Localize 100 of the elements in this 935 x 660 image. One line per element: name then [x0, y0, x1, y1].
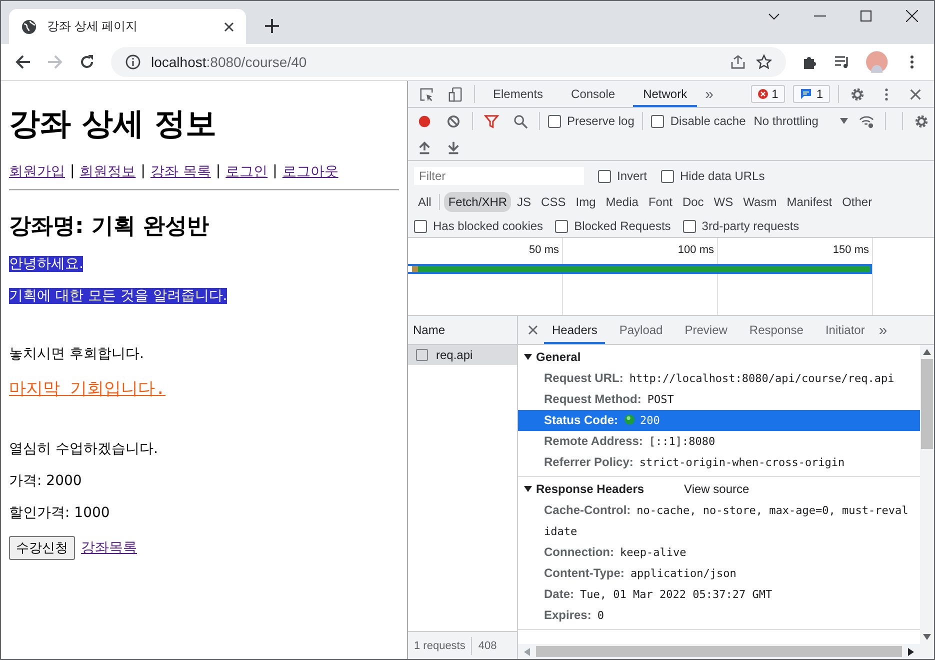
type-filter-button[interactable]: Media	[602, 192, 642, 212]
type-filter-button[interactable]: Wasm	[739, 192, 781, 212]
horizontal-scrollbar[interactable]	[518, 644, 934, 659]
nav-separator: |	[216, 163, 221, 181]
type-filter-button[interactable]: CSS	[537, 192, 570, 212]
view-source-link[interactable]: View source	[684, 482, 750, 496]
inspect-icon[interactable]	[419, 86, 434, 102]
devtools-tab[interactable]: Network	[633, 81, 698, 107]
detail-tab[interactable]: Initiator	[817, 316, 873, 344]
timeline-tick-label: 150 ms	[832, 244, 869, 256]
course-list-link[interactable]: 강좌목록	[81, 539, 137, 557]
close-icon[interactable]	[908, 86, 923, 102]
scroll-right-icon[interactable]	[908, 648, 914, 656]
nav-link[interactable]: 강좌 목록	[150, 163, 211, 181]
media-list-icon[interactable]	[834, 54, 850, 70]
disable-cache-checkbox[interactable]: Disable cache	[651, 114, 746, 128]
name-column-header[interactable]: Name	[408, 316, 517, 345]
file-icon	[416, 349, 428, 361]
paragraph-text: 할인가격: 1000	[9, 505, 110, 521]
vertical-scrollbar[interactable]	[920, 345, 934, 644]
status-dot-icon	[624, 414, 636, 425]
devtools-tab[interactable]: Elements	[483, 81, 554, 107]
type-filter-button[interactable]: Font	[644, 192, 676, 212]
type-filter-button[interactable]: All	[414, 192, 436, 212]
invert-checkbox[interactable]: Invert	[598, 169, 648, 183]
more-tabs[interactable]: »	[878, 322, 888, 338]
header-row[interactable]: Connection: keep-alive	[518, 542, 920, 563]
close-icon[interactable]	[528, 325, 538, 335]
highlighted-text: 기획에 대한 모든 것을 알려줍니다.	[9, 288, 228, 304]
back-icon[interactable]	[15, 54, 31, 70]
nav-link[interactable]: 로그아웃	[282, 163, 338, 181]
settings-icon[interactable]	[850, 86, 865, 102]
detail-tab[interactable]: Preview	[676, 316, 736, 344]
settings-icon[interactable]	[914, 114, 930, 128]
device-toolbar-icon[interactable]	[448, 86, 463, 102]
detail-tab[interactable]: Headers	[544, 316, 606, 344]
scroll-down-icon[interactable]	[923, 634, 931, 640]
info-icon	[125, 54, 141, 70]
header-row[interactable]: Date: Tue, 01 Mar 2022 05:37:27 GMT	[518, 584, 920, 605]
nav-link[interactable]: 로그인	[226, 163, 268, 181]
section-header[interactable]: General	[524, 350, 581, 364]
filter-icon[interactable]	[484, 114, 499, 128]
type-filter-button[interactable]: Manifest	[782, 192, 836, 212]
expand-triangle-icon	[524, 486, 532, 492]
browser-tab[interactable]: 강좌 상세 페이지	[9, 9, 246, 44]
dropdown-arrow-icon	[840, 118, 848, 124]
type-filter-button[interactable]: JS	[513, 192, 536, 212]
filter-checkbox[interactable]: 3rd-party requests	[682, 219, 800, 233]
puzzle-icon[interactable]	[802, 54, 818, 70]
header-row[interactable]: Request URL: http://localhost:8080/api/course/req.api	[518, 368, 920, 389]
network-conditions-icon[interactable]	[859, 114, 874, 128]
timeline-tick-label: 50 ms	[529, 244, 559, 256]
filter-checkbox[interactable]: Has blocked cookies	[414, 219, 544, 233]
type-filter-button[interactable]: Doc	[678, 192, 708, 212]
close-icon[interactable]	[906, 10, 918, 22]
reload-icon[interactable]	[79, 54, 95, 70]
type-filter-button[interactable]: Other	[838, 192, 876, 212]
preserve-log-checkbox[interactable]: Preserve log	[548, 114, 634, 128]
type-filter-button[interactable]: Fetch/XHR	[444, 192, 512, 212]
devtools-tab[interactable]: Console	[561, 81, 626, 107]
hide-data-urls-checkbox[interactable]: Hide data URLs	[661, 169, 765, 183]
address-bar[interactable]: localhost:8080/course/40	[111, 47, 786, 77]
close-icon[interactable]	[224, 22, 234, 32]
nav-separator: |	[140, 163, 146, 181]
request-row[interactable]: req.api	[408, 345, 517, 365]
detail-tab[interactable]: Response	[741, 316, 812, 344]
header-row[interactable]: Expires: 0	[518, 605, 920, 626]
highlighted-text: 안녕하세요.	[9, 256, 84, 272]
request-count: 1 requests	[414, 640, 466, 652]
message-count-badge[interactable]: 1	[793, 85, 830, 103]
url-text: localhost:8080/course/40	[151, 54, 307, 70]
download-icon[interactable]	[446, 140, 461, 154]
section-header[interactable]: Response Headers	[524, 482, 644, 496]
record-icon[interactable]	[417, 114, 432, 128]
share-icon[interactable]	[730, 54, 746, 70]
type-filter-button[interactable]: Img	[572, 192, 600, 212]
header-row[interactable]: Referrer Policy: strict-origin-when-cross-origin	[518, 452, 920, 473]
upload-icon[interactable]	[417, 140, 432, 154]
nav-link[interactable]: 회원정보	[80, 163, 136, 181]
maximize-icon[interactable]	[860, 10, 872, 22]
paragraph-text: 놓치시면 후회합니다.	[9, 346, 144, 362]
more-tabs[interactable]: »	[705, 86, 714, 102]
header-row[interactable]: Request Method: POST	[518, 389, 920, 410]
scroll-up-icon[interactable]	[923, 349, 931, 355]
header-row[interactable]: Status Code: 200	[518, 410, 920, 431]
nav-link[interactable]: 회원가입	[9, 163, 65, 181]
detail-tab[interactable]: Payload	[611, 316, 671, 344]
enroll-button[interactable]: 수강신청	[9, 536, 75, 560]
header-row[interactable]: Remote Address: [::1]:8080	[518, 431, 920, 452]
header-row[interactable]: Content-Type: application/json	[518, 563, 920, 584]
throttling-dropdown[interactable]: No throttling	[754, 114, 848, 128]
search-icon[interactable]	[513, 114, 528, 128]
filter-field[interactable]: Filter	[414, 167, 584, 185]
star-icon[interactable]	[756, 54, 772, 70]
error-count-badge[interactable]: 1	[750, 85, 786, 103]
type-filter-button[interactable]: WS	[710, 192, 738, 212]
clear-icon[interactable]	[446, 114, 461, 128]
new-tab-icon[interactable]	[265, 19, 279, 33]
filter-checkbox[interactable]: Blocked Requests	[555, 219, 671, 233]
nav-separator: |	[70, 163, 75, 181]
